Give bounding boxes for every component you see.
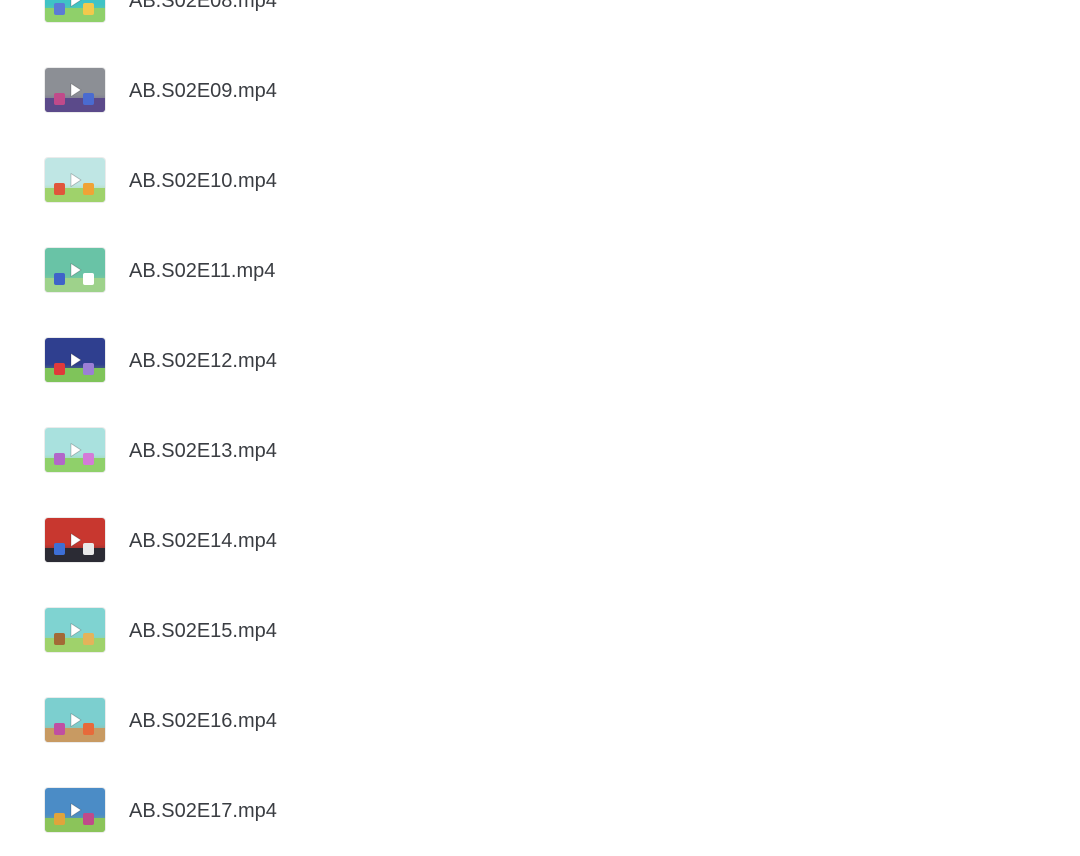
file-name[interactable]: AB.S02E09.mp4: [129, 46, 277, 136]
file-list: AB.S02E08.mp4 AB.S02E09.mp4 AB.S02E10.mp4 A…: [0, 0, 1080, 845]
thumbnail-character: [54, 273, 65, 285]
thumbnail-character: [54, 813, 65, 825]
file-row[interactable]: AB.S02E16.mp4: [0, 676, 1080, 766]
thumbnail-character: [54, 93, 65, 105]
thumbnail-character: [83, 3, 94, 15]
file-name[interactable]: AB.S02E17.mp4: [129, 766, 277, 856]
video-thumbnail-icon[interactable]: [45, 248, 105, 292]
file-row[interactable]: AB.S02E08.mp4: [0, 0, 1080, 46]
file-name[interactable]: AB.S02E14.mp4: [129, 496, 277, 586]
thumbnail-character: [83, 93, 94, 105]
file-name[interactable]: AB.S02E08.mp4: [129, 0, 277, 46]
file-name[interactable]: AB.S02E11.mp4: [129, 226, 275, 316]
play-icon: [70, 623, 82, 637]
file-row[interactable]: AB.S02E17.mp4: [0, 766, 1080, 856]
thumbnail-character: [54, 723, 65, 735]
file-row[interactable]: AB.S02E14.mp4: [0, 496, 1080, 586]
video-thumbnail-icon[interactable]: [45, 158, 105, 202]
play-icon: [70, 803, 82, 817]
thumbnail-character: [83, 183, 94, 195]
thumbnail-character: [54, 363, 65, 375]
video-thumbnail-icon[interactable]: [45, 338, 105, 382]
thumbnail-character: [83, 813, 94, 825]
file-name[interactable]: AB.S02E12.mp4: [129, 316, 277, 406]
play-icon: [70, 533, 82, 547]
play-icon: [70, 173, 82, 187]
play-icon: [70, 263, 82, 277]
play-icon: [70, 0, 82, 7]
file-name[interactable]: AB.S02E10.mp4: [129, 136, 277, 226]
video-thumbnail-icon[interactable]: [45, 788, 105, 832]
play-icon: [70, 713, 82, 727]
thumbnail-character: [54, 3, 65, 15]
file-row[interactable]: AB.S02E10.mp4: [0, 136, 1080, 226]
play-icon: [70, 443, 82, 457]
thumbnail-character: [83, 453, 94, 465]
file-row[interactable]: AB.S02E13.mp4: [0, 406, 1080, 496]
video-thumbnail-icon[interactable]: [45, 698, 105, 742]
thumbnail-character: [83, 363, 94, 375]
file-row[interactable]: AB.S02E12.mp4: [0, 316, 1080, 406]
play-icon: [70, 83, 82, 97]
file-row[interactable]: AB.S02E15.mp4: [0, 586, 1080, 676]
thumbnail-character: [83, 273, 94, 285]
thumbnail-character: [83, 543, 94, 555]
video-thumbnail-icon[interactable]: [45, 68, 105, 112]
video-thumbnail-icon[interactable]: [45, 0, 105, 22]
thumbnail-character: [54, 633, 65, 645]
thumbnail-character: [54, 453, 65, 465]
thumbnail-character: [83, 723, 94, 735]
file-name[interactable]: AB.S02E13.mp4: [129, 406, 277, 496]
video-thumbnail-icon[interactable]: [45, 428, 105, 472]
file-name[interactable]: AB.S02E15.mp4: [129, 586, 277, 676]
thumbnail-character: [83, 633, 94, 645]
thumbnail-character: [54, 183, 65, 195]
play-icon: [70, 353, 82, 367]
video-thumbnail-icon[interactable]: [45, 518, 105, 562]
file-row[interactable]: AB.S02E09.mp4: [0, 46, 1080, 136]
video-thumbnail-icon[interactable]: [45, 608, 105, 652]
file-name[interactable]: AB.S02E16.mp4: [129, 676, 277, 766]
thumbnail-character: [54, 543, 65, 555]
file-row[interactable]: AB.S02E11.mp4: [0, 226, 1080, 316]
